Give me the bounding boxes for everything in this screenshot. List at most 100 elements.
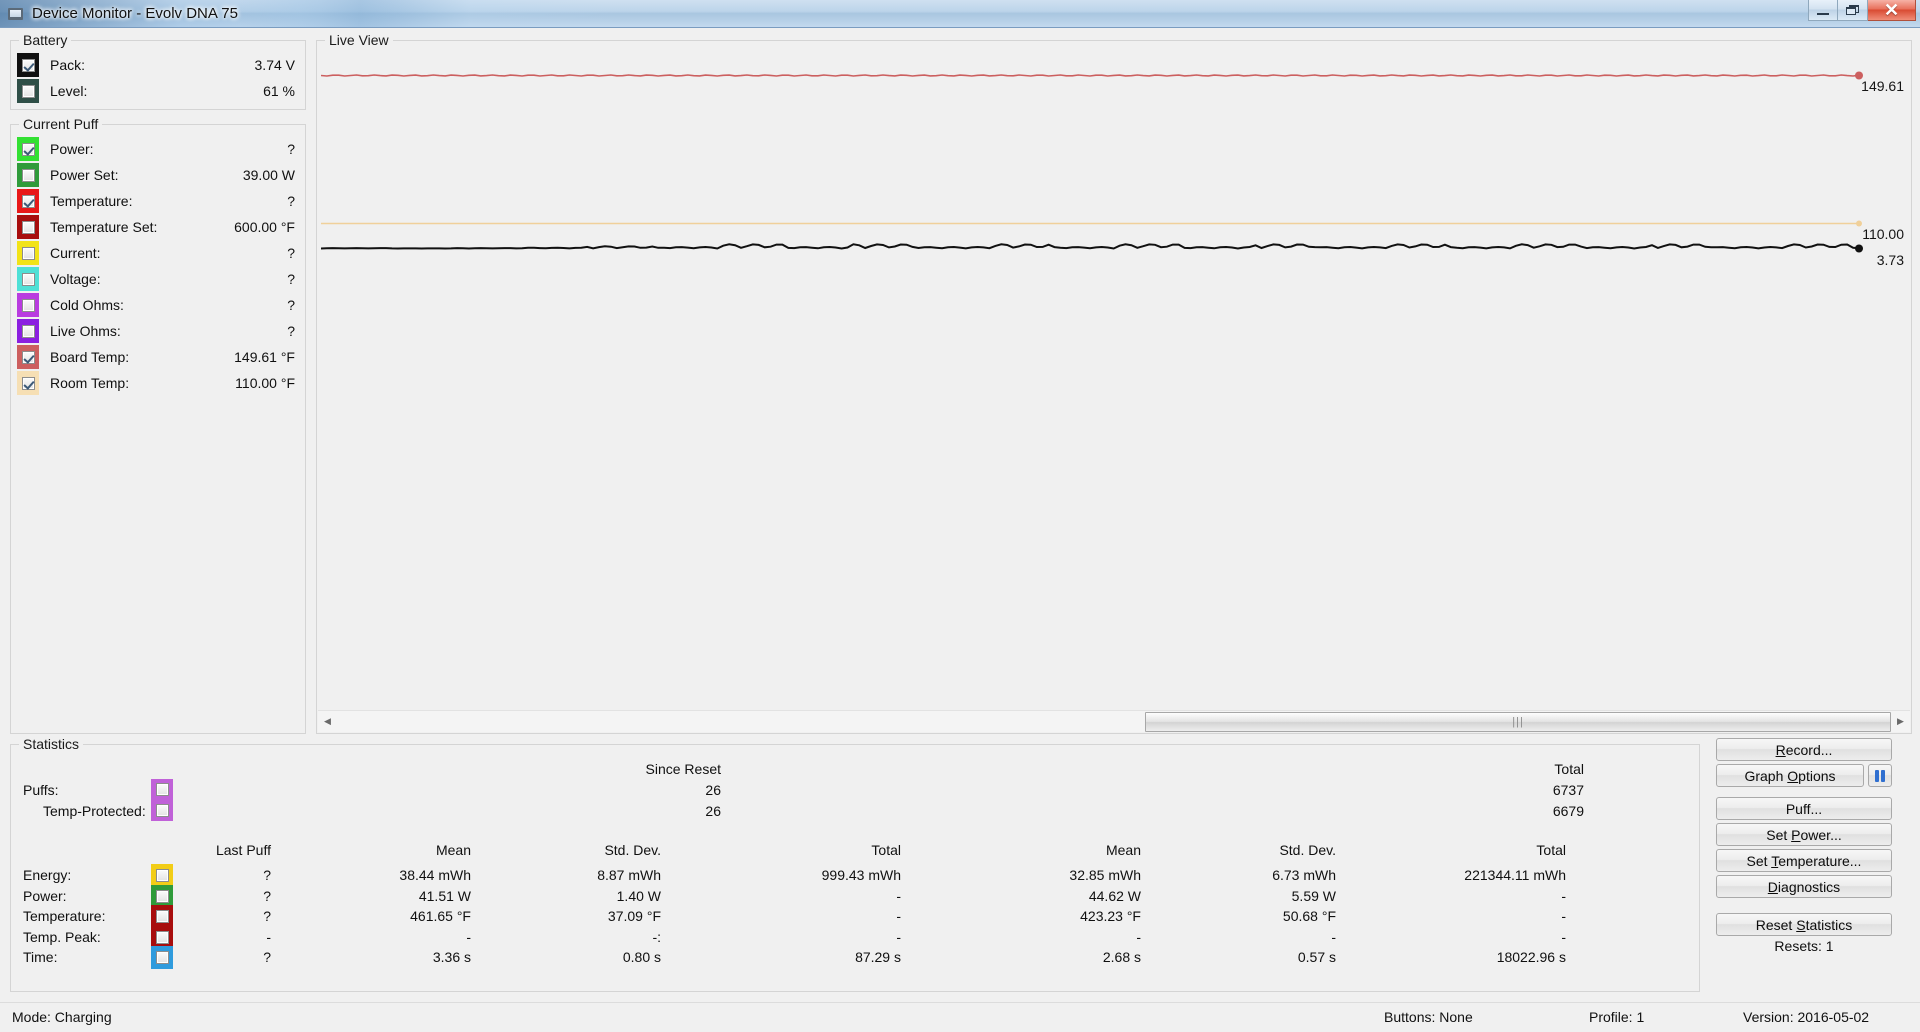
current-puff-label: Power Set: — [50, 167, 118, 183]
current-puff-label: Voltage: — [50, 271, 101, 287]
current-puff-row: Room Temp:110.00 °F — [17, 370, 305, 396]
chart-endpoint-marker — [1855, 245, 1863, 253]
battery-label: Pack: — [50, 57, 85, 73]
current-puff-color-swatch — [17, 241, 39, 265]
current-puff-label: Power: — [50, 141, 94, 157]
current-puff-checkbox[interactable] — [22, 377, 35, 390]
current-puff-label: Temperature: — [50, 193, 132, 209]
status-buttons: Buttons: None — [1384, 1009, 1473, 1025]
reset-statistics-button[interactable]: Reset Statistics — [1716, 913, 1892, 936]
pause-icon[interactable] — [1868, 764, 1892, 787]
current-puff-checkbox[interactable] — [22, 143, 35, 156]
current-puff-checkbox[interactable] — [22, 169, 35, 182]
live-view-group: Live View 149.61110.003.73 ◀ ||| ▶ — [316, 40, 1912, 734]
close-button[interactable]: ✕ — [1868, 0, 1916, 21]
current-puff-value: ? — [287, 141, 295, 157]
chart-plot-area[interactable]: 149.61110.003.73 — [318, 51, 1910, 697]
set-power-button[interactable]: Set Power... — [1716, 823, 1892, 846]
battery-checkbox[interactable] — [22, 85, 35, 98]
chart-value-label: 3.73 — [1877, 252, 1904, 268]
current-puff-label: Live Ohms: — [50, 323, 121, 339]
chart-svg — [321, 53, 1907, 691]
current-puff-group: Current Puff Power:?Power Set:39.00 WTem… — [10, 124, 306, 734]
battery-row: Pack: 3.74 V — [17, 52, 305, 78]
current-puff-value: ? — [287, 323, 295, 339]
battery-color-swatch — [17, 53, 39, 77]
puff-button[interactable]: Puff... — [1716, 797, 1892, 820]
current-puff-checkbox[interactable] — [22, 299, 35, 312]
chart-value-label: 110.00 — [1862, 226, 1904, 242]
set-temperature-button[interactable]: Set Temperature... — [1716, 849, 1892, 872]
set-power-button-label: Set Power... — [1766, 827, 1842, 843]
diagnostics-button[interactable]: Diagnostics — [1716, 875, 1892, 898]
battery-row: Level: 61 % — [17, 78, 305, 104]
minimize-button[interactable] — [1808, 0, 1838, 21]
scrollbar-thumb[interactable]: ||| — [1145, 712, 1891, 732]
graph-options-button-label: Graph Options — [1744, 768, 1835, 784]
graph-options-button[interactable]: Graph Options — [1716, 764, 1864, 787]
status-version: Version: 2016-05-02 — [1743, 1009, 1869, 1025]
title-bar[interactable]: Device Monitor - Evolv DNA 75 ✕ — [0, 0, 1920, 28]
battery-group: Battery Pack:3.74 VLevel:61 % — [10, 40, 306, 110]
stats-puffs-color-swatch — [151, 779, 173, 821]
window-controls: ✕ — [1808, 0, 1916, 22]
current-puff-color-swatch — [17, 293, 39, 317]
battery-group-legend: Battery — [19, 32, 71, 48]
stats-group-header-total: Total — [11, 761, 1584, 777]
maximize-button[interactable] — [1838, 0, 1868, 21]
current-puff-row: Board Temp:149.61 °F — [17, 344, 305, 370]
current-puff-row: Live Ohms:? — [17, 318, 305, 344]
current-puff-color-swatch — [17, 345, 39, 369]
stats-puffs-checkbox[interactable] — [156, 783, 169, 796]
stats-temp-protected-checkbox[interactable] — [156, 804, 169, 817]
current-puff-value: ? — [287, 245, 295, 261]
current-puff-color-swatch — [17, 215, 39, 239]
current-puff-row: Temperature:? — [17, 188, 305, 214]
stats-cell: - — [11, 908, 1566, 924]
status-mode: Mode: Charging — [12, 1009, 112, 1025]
record-button[interactable]: Record... — [1716, 738, 1892, 761]
scroll-right-arrow[interactable]: ▶ — [1891, 712, 1910, 732]
battery-value: 61 % — [263, 83, 295, 99]
current-puff-label: Temperature Set: — [50, 219, 157, 235]
reset-statistics-button-label: Reset Statistics — [1756, 917, 1853, 933]
current-puff-value: 110.00 °F — [235, 375, 295, 391]
battery-label: Level: — [50, 83, 87, 99]
stats-cell: - — [11, 888, 1566, 904]
monitor-icon — [6, 5, 24, 23]
current-puff-checkbox[interactable] — [22, 273, 35, 286]
current-puff-value: ? — [287, 193, 295, 209]
battery-value: 3.74 V — [255, 57, 295, 73]
current-puff-color-swatch — [17, 267, 39, 291]
record-button-label: Record... — [1776, 742, 1833, 758]
stats-cell: 221344.11 mWh — [11, 867, 1566, 883]
statistics-group: Statistics Since ResetTotalPuffs:266737T… — [10, 744, 1700, 992]
action-button-panel: Record... Graph Options Puff... Set Powe… — [1716, 738, 1912, 992]
stats-cell: 18022.96 s — [11, 949, 1566, 965]
current-puff-group-legend: Current Puff — [19, 116, 102, 132]
scrollbar-track[interactable]: ||| — [337, 712, 1891, 732]
current-puff-value: 600.00 °F — [234, 219, 295, 235]
puff-button-label: Puff... — [1786, 801, 1822, 817]
resets-count: Resets: 1 — [1716, 938, 1892, 954]
battery-checkbox[interactable] — [22, 59, 35, 72]
window-title: Device Monitor - Evolv DNA 75 — [32, 5, 238, 22]
current-puff-color-swatch — [17, 163, 39, 187]
current-puff-row: Voltage:? — [17, 266, 305, 292]
current-puff-checkbox[interactable] — [22, 221, 35, 234]
stats-column-header-6: Total — [11, 842, 1566, 858]
chart-series-board-temp — [321, 75, 1859, 76]
current-puff-row: Power Set:39.00 W — [17, 162, 305, 188]
scroll-left-arrow[interactable]: ◀ — [318, 712, 337, 732]
current-puff-checkbox[interactable] — [22, 195, 35, 208]
graph-horizontal-scrollbar[interactable]: ◀ ||| ▶ — [318, 710, 1910, 732]
battery-color-swatch — [17, 79, 39, 103]
current-puff-checkbox[interactable] — [22, 325, 35, 338]
current-puff-color-swatch — [17, 371, 39, 395]
current-puff-checkbox[interactable] — [22, 351, 35, 364]
current-puff-checkbox[interactable] — [22, 247, 35, 260]
chart-canvas[interactable]: 149.61110.003.73 — [321, 53, 1908, 695]
diagnostics-button-label: Diagnostics — [1768, 879, 1840, 895]
live-view-legend: Live View — [325, 32, 393, 48]
current-puff-color-swatch — [17, 189, 39, 213]
